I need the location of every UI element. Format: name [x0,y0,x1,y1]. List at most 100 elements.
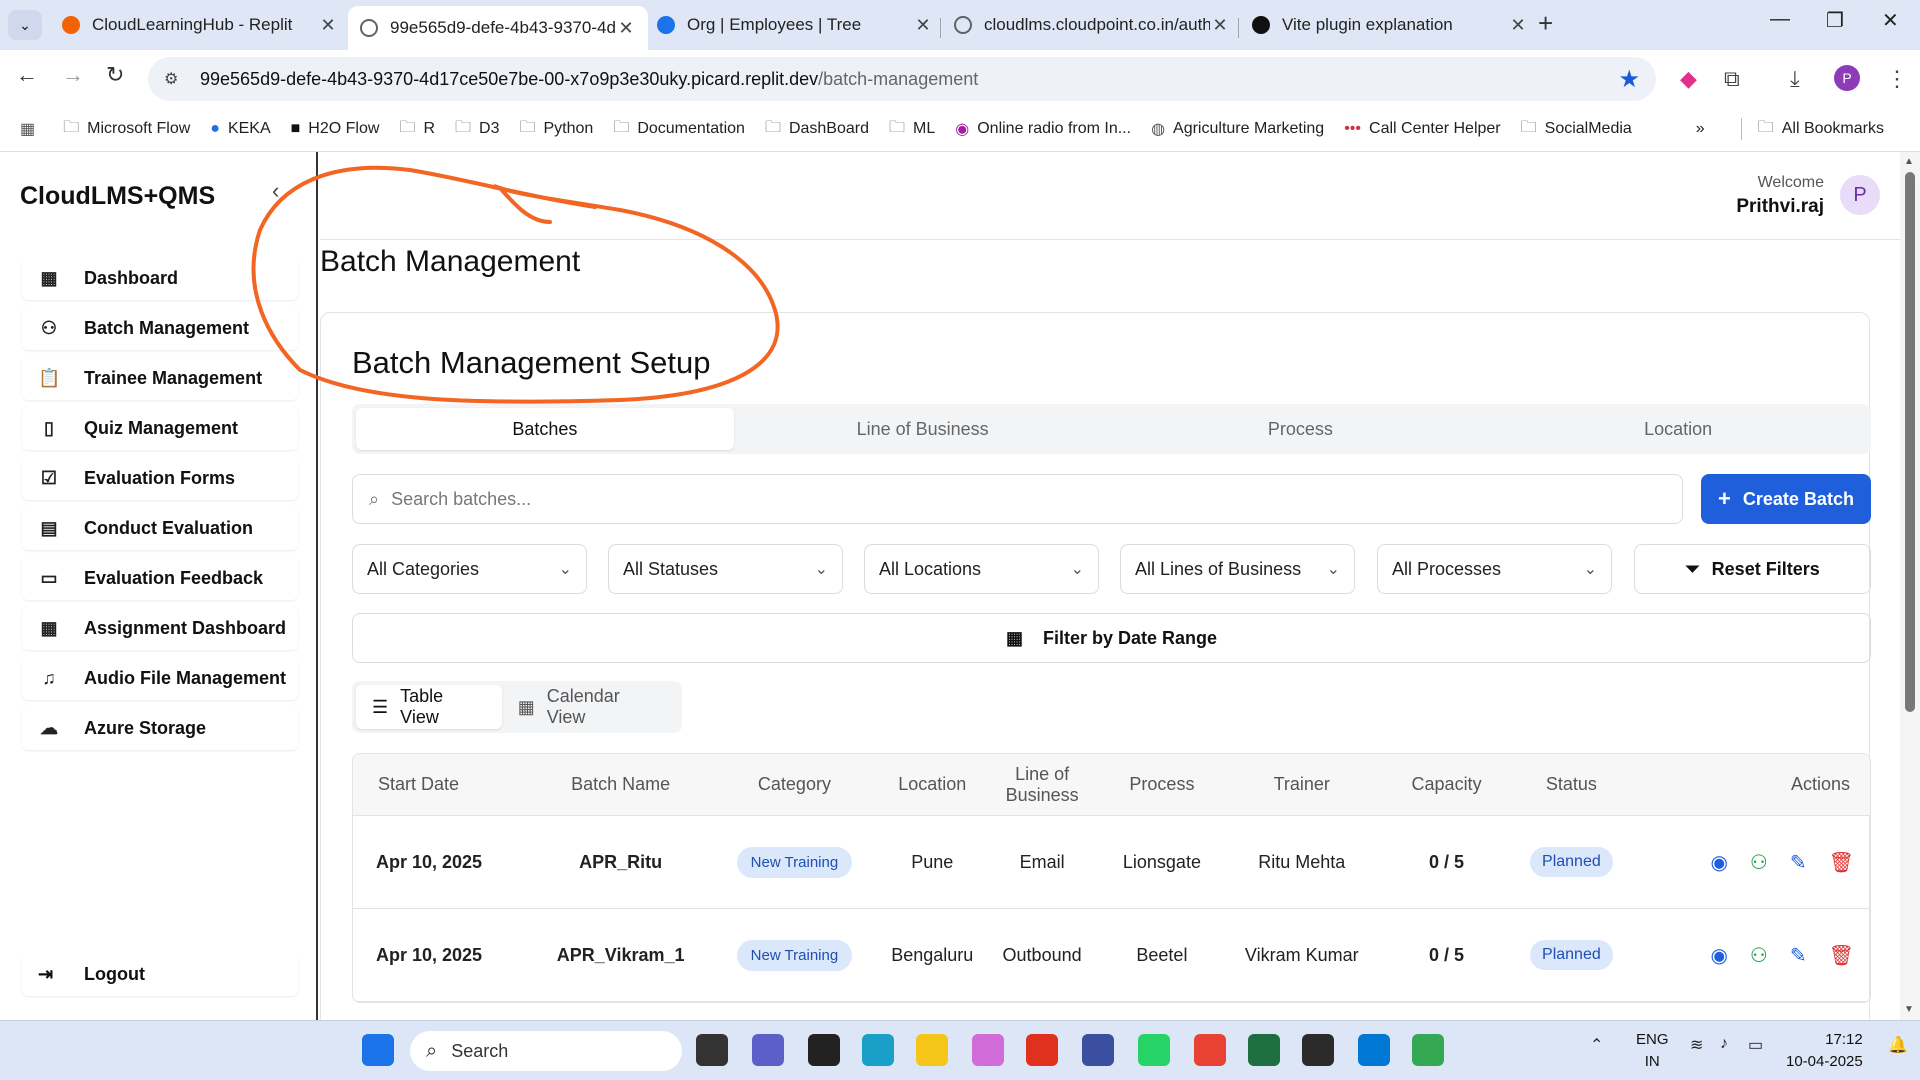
lob-filter[interactable]: All Lines of Business ⌄ [1120,544,1355,594]
col-category[interactable]: Category [707,774,883,795]
bookmark-item[interactable]: ◍ Agriculture Marketing [1151,119,1324,139]
tab-process[interactable]: Process [1112,408,1490,450]
sidebar-item-trainee-management[interactable]: 📋 Trainee Management [22,356,298,400]
collapse-sidebar-icon[interactable]: ‹ [272,178,279,204]
close-icon[interactable]: ✕ [318,15,338,36]
reload-icon[interactable]: ↻ [106,62,124,88]
col-trainer[interactable]: Trainer [1222,774,1382,795]
sidebar-item-azure-storage[interactable]: ☁ Azure Storage [22,706,298,750]
category-filter[interactable]: All Categories ⌄ [352,544,587,594]
table-row[interactable]: Apr 10, 2025 APR_Ritu New Training Pune … [353,816,1870,909]
page-scrollbar[interactable]: ▲ ▼ [1900,152,1920,1021]
view-icon[interactable]: ◉ [1710,943,1727,968]
col-status[interactable]: Status [1511,774,1631,795]
bookmark-item[interactable]: 🗀 Documentation [613,116,745,143]
date-range-filter-button[interactable]: ▦ Filter by Date Range [352,613,1871,663]
add-trainee-icon[interactable]: ⚇ [1750,850,1768,875]
col-capacity[interactable]: Capacity [1382,774,1512,795]
battery-icon[interactable]: ▭ [1748,1035,1763,1055]
tab-location[interactable]: Location [1489,408,1867,450]
sidebar-item-batch-management[interactable]: ⚇ Batch Management [22,306,298,350]
process-filter[interactable]: All Processes ⌄ [1377,544,1612,594]
notification-icon[interactable]: 🔔 [1888,1035,1908,1055]
browser-tab[interactable]: Vite plugin explanation ✕ [1240,6,1540,44]
sidebar-item-assignment-dashboard[interactable]: ▦ Assignment Dashboard [22,606,298,650]
app-icon[interactable] [1082,1034,1114,1066]
tray-chevron-icon[interactable]: ⌃ [1590,1035,1603,1055]
close-icon[interactable]: ✕ [913,15,933,36]
sidebar-item-evaluation-forms[interactable]: ☑ Evaluation Forms [22,456,298,500]
file-explorer-icon[interactable] [916,1034,948,1066]
language-indicator[interactable]: ENG IN [1636,1029,1669,1073]
bookmark-star-icon[interactable]: ★ [1618,65,1640,94]
tab-batches[interactable]: Batches [356,408,734,450]
back-icon[interactable]: ← [16,62,38,88]
edit-icon[interactable]: ✎ [1790,943,1807,968]
table-row[interactable]: Apr 10, 2025 APR_Vikram_1 New Training B… [353,909,1870,1002]
whatsapp-icon[interactable] [1138,1034,1170,1066]
anydesk-icon[interactable] [1026,1034,1058,1066]
bookmark-item[interactable]: ◉ Online radio from In... [955,119,1131,139]
col-location[interactable]: Location [882,774,982,795]
location-filter[interactable]: All Locations ⌄ [864,544,1099,594]
reset-filters-button[interactable]: ⏷ Reset Filters [1634,544,1871,594]
bookmark-item[interactable]: 🗀 ML [889,116,935,143]
status-filter[interactable]: All Statuses ⌄ [608,544,843,594]
col-start-date[interactable]: Start Date [353,774,535,795]
tab-line-of-business[interactable]: Line of Business [734,408,1112,450]
taskbar-search[interactable]: ⌕ Search [410,1031,682,1071]
add-trainee-icon[interactable]: ⚇ [1750,943,1768,968]
bookmark-item[interactable]: ● KEKA [210,120,270,138]
col-lob[interactable]: Line of Business [982,764,1102,806]
menu-icon[interactable]: ⋮ [1886,66,1908,92]
col-batch-name[interactable]: Batch Name [535,774,707,795]
sidebar-item-quiz-management[interactable]: ▯ Quiz Management [22,406,298,450]
close-icon[interactable]: ✕ [616,18,636,39]
download-icon[interactable]: ⤓ [1790,66,1800,92]
puzzle-icon[interactable]: ⧉ [1724,66,1740,92]
teams-icon[interactable] [752,1034,784,1066]
logout-button[interactable]: ⇥ Logout [22,952,298,996]
chrome-profile-icon[interactable] [1412,1034,1444,1066]
minimize-icon[interactable]: — [1770,8,1790,31]
site-settings-icon[interactable]: ⚙ [164,69,184,89]
terminal-icon[interactable] [1302,1034,1334,1066]
extension-icon[interactable]: ◆ [1680,66,1697,92]
restore-icon[interactable]: ❐ [1826,8,1844,33]
sidebar-item-audio-file-management[interactable]: ♫ Audio File Management [22,656,298,700]
task-view-icon[interactable] [696,1034,728,1066]
clock[interactable]: 17:12 10-04-2025 [1786,1029,1863,1073]
delete-icon[interactable]: 🗑 [1829,943,1854,968]
more-bookmarks-icon[interactable]: » [1696,120,1705,138]
search-input[interactable]: ⌕ Search batches... [352,474,1683,524]
close-icon[interactable]: ✕ [1210,15,1230,36]
delete-icon[interactable]: 🗑 [1829,850,1854,875]
excel-icon[interactable] [1248,1034,1280,1066]
all-bookmarks[interactable]: 🗀 All Bookmarks [1758,116,1884,143]
browser-tab[interactable]: cloudlms.cloudpoint.co.in/auth ✕ [942,6,1242,44]
avatar[interactable]: P [1840,175,1880,215]
profile-avatar[interactable]: P [1834,65,1860,91]
edge-icon[interactable] [862,1034,894,1066]
bookmark-item[interactable]: 🗀 Python [519,116,593,143]
volume-icon[interactable]: ♪ [1720,1035,1728,1053]
sidebar-item-evaluation-feedback[interactable]: ▭ Evaluation Feedback [22,556,298,600]
bookmark-item[interactable]: 🗀 R [399,116,435,143]
copilot-icon[interactable] [972,1034,1004,1066]
bookmark-item[interactable]: 🗀 D3 [455,116,499,143]
bookmark-item[interactable]: ••• Call Center Helper [1344,120,1500,138]
calendar-view-button[interactable]: ▦ Calendar View [502,685,678,729]
wifi-icon[interactable]: ≋ [1690,1035,1703,1055]
bookmark-item[interactable]: 🗀 DashBoard [765,116,869,143]
vscode-icon[interactable] [1358,1034,1390,1066]
create-batch-button[interactable]: + Create Batch [1701,474,1871,524]
sidebar-item-conduct-evaluation[interactable]: ▤ Conduct Evaluation [22,506,298,550]
forward-icon[interactable]: → [62,62,84,88]
bookmark-item[interactable]: ■ H2O Flow [291,120,380,138]
close-icon[interactable]: ✕ [1508,15,1528,36]
sticky-notes-icon[interactable] [808,1034,840,1066]
tab-search-button[interactable]: ⌄ [8,10,42,40]
sidebar-item-dashboard[interactable]: ▦ Dashboard [22,256,298,300]
windows-start-icon[interactable] [362,1034,394,1066]
bookmark-item[interactable]: 🗀 SocialMedia [1521,116,1632,143]
